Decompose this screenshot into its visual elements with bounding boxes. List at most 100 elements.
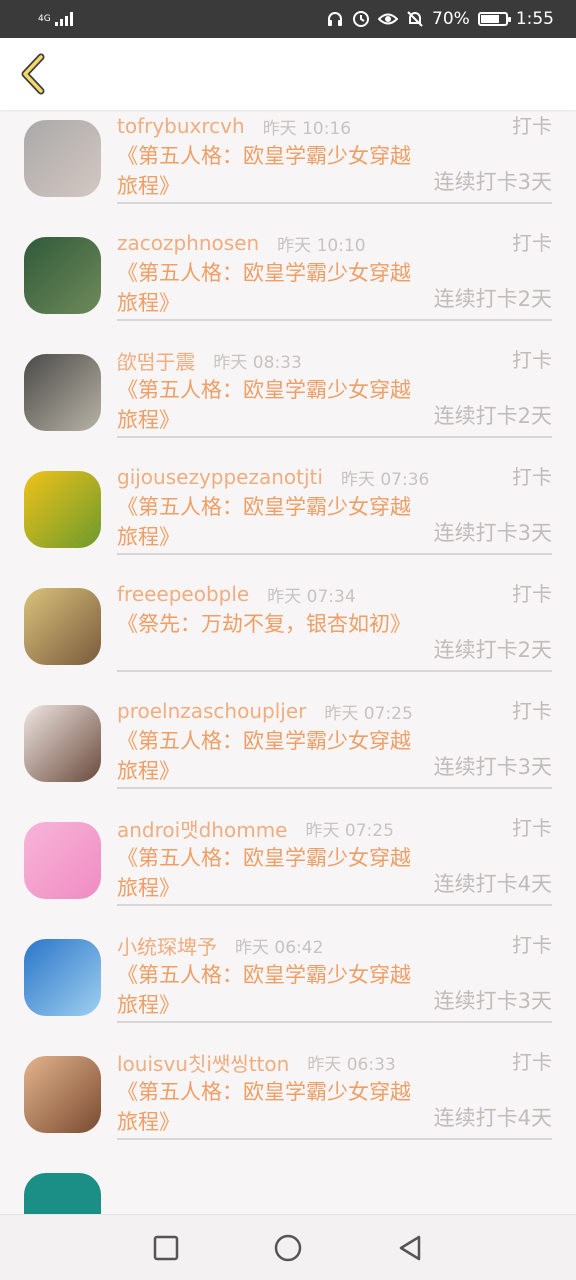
checkin-header: louisvu칫i쌧씽tton 昨天 06:33: [117, 1047, 552, 1077]
checkin-action-label: 打卡: [512, 1050, 552, 1074]
checkin-header: freeepeobple 昨天 07:34: [117, 579, 552, 609]
avatar[interactable]: [24, 354, 101, 431]
book-title[interactable]: 《第五人格：欧皇学霸少女穿越旅程》: [117, 141, 427, 201]
circle-icon: [274, 1234, 302, 1261]
recents-button[interactable]: [151, 1233, 181, 1263]
checkin-item[interactable]: proelnzaschoupljer 昨天 07:25 打卡《第五人格：欧皇学霸少女…: [0, 672, 576, 789]
user-name[interactable]: tofrybuxrcvh: [117, 114, 245, 138]
book-title[interactable]: 《第五人格：欧皇学霸少女穿越旅程》: [117, 375, 427, 435]
alarm-icon: [352, 10, 370, 28]
checkin-list[interactable]: 越旅程》连续打卡3天tofrybuxrcvh昨天 10:16打卡《第五人格：欧皇…: [0, 110, 576, 1214]
streak-count: 连续打卡3天: [433, 170, 552, 194]
avatar[interactable]: [24, 237, 101, 314]
checkin-header: 小统琛埤予 昨天 06:42: [117, 930, 552, 960]
chevron-left-icon: [21, 53, 45, 95]
checkin-item[interactable]: zacozphnosen 昨天 10:10 打卡《第五人格：欧皇学霸少女穿越旅程》连…: [0, 204, 576, 321]
checkin-content: 小统琛埤予 昨天 06:42 打卡 《第五人格：欧皇学霸少女穿越旅程》 连续打卡3天: [117, 930, 552, 1023]
avatar[interactable]: [24, 471, 101, 548]
home-button[interactable]: [273, 1233, 303, 1263]
post-time: 昨天 08:33: [213, 352, 302, 373]
user-name[interactable]: zacozphnosen: [117, 231, 259, 255]
user-name[interactable]: louisvu칫i쌧씽tton: [117, 1048, 289, 1077]
checkin-item[interactable]: 欿떰于震 昨天 08:33 打卡 《第五人格：欧皇学霸少女穿越旅程》 连续打卡2天: [0, 321, 576, 438]
book-title[interactable]: 《祭先：万劫不复，银杏如初》: [117, 609, 427, 639]
status-bar: 4G 70% 1:55: [0, 0, 576, 38]
user-name[interactable]: freeepeobple: [117, 582, 249, 606]
post-time: 昨天 06:42: [235, 937, 324, 958]
streak-count: 连续打卡3天: [433, 989, 552, 1013]
battery-icon: [477, 12, 511, 26]
user-name[interactable]: androi맷dhomme: [117, 814, 287, 843]
triangle-left-icon: [399, 1235, 421, 1260]
clock: 1:55: [515, 9, 554, 29]
streak-count: 连续打卡2天: [433, 638, 552, 662]
checkin-content: proelnzaschoupljer 昨天 07:25 打卡《第五人格：欧皇学霸少女…: [117, 696, 552, 789]
book-title[interactable]: 《第五人格：欧皇学霸少女穿越旅程》: [117, 843, 427, 903]
streak-count: 连续打卡2天: [433, 287, 552, 311]
checkin-content: androi맷dhomme 昨天 07:25 打卡《第五人格：欧皇学霸少女穿越旅程》…: [117, 813, 552, 906]
user-name[interactable]: gijousezyppezanotjti: [117, 465, 323, 489]
bell-off-icon: [406, 10, 424, 28]
checkin-action-label: 打卡: [512, 582, 552, 606]
checkin-content: louisvu칫i쌧씽tton 昨天 06:33 打卡《第五人格：欧皇学霸少女穿越旅…: [117, 1047, 552, 1140]
book-title[interactable]: 《第五人格：欧皇学霸少女穿越旅程》: [117, 258, 427, 318]
checkin-content: tofrybuxrcvh 昨天 10:16 打卡《第五人格：欧皇学霸少女穿越旅程》连…: [117, 111, 552, 204]
checkin-item[interactable]: 小统琛埤予 昨天 06:42 打卡 《第五人格：欧皇学霸少女穿越旅程》 连续打卡3天: [0, 906, 576, 1023]
post-time: 昨天 06:33: [307, 1054, 396, 1075]
checkin-content: [117, 1164, 552, 1214]
user-name[interactable]: 欿떰于震: [117, 346, 195, 375]
checkin-content: freeepeobple 昨天 07:34 打卡《祭先：万劫不复，银杏如初》 连续打卡…: [117, 579, 552, 672]
network-label: 4G: [38, 13, 51, 24]
checkin-item[interactable]: [0, 1140, 576, 1214]
post-time: 昨天 10:16: [262, 118, 352, 139]
avatar[interactable]: [24, 822, 101, 899]
checkin-header: 欿떰于震 昨天 08:33: [117, 345, 552, 375]
avatar[interactable]: [24, 705, 101, 782]
book-title[interactable]: 《第五人格：欧皇学霸少女穿越旅程》: [117, 1077, 427, 1137]
avatar[interactable]: [24, 588, 101, 665]
book-title[interactable]: 《第五人格：欧皇学霸少女穿越旅程》: [117, 492, 427, 552]
checkin-action-label: 打卡: [512, 231, 552, 255]
system-nav-bar: [0, 1214, 576, 1280]
avatar[interactable]: [24, 1056, 101, 1133]
back-button[interactable]: [12, 50, 52, 98]
avatar[interactable]: [24, 1173, 101, 1214]
post-time: 昨天 07:25: [305, 820, 394, 841]
checkin-item[interactable]: louisvu칫i쌧씽tton 昨天 06:33 打卡《第五人格：欧皇学霸少女穿越旅…: [0, 1023, 576, 1140]
checkin-header: proelnzaschoupljer 昨天 07:25: [117, 696, 552, 726]
checkin-item[interactable]: gijousezyppezanotjti 昨天 07:36 打卡 《第五人格：欧皇学霸…: [0, 438, 576, 555]
app-bar: [0, 38, 576, 110]
post-time: 昨天 07:25: [324, 703, 413, 724]
checkin-item[interactable]: androi맷dhomme 昨天 07:25 打卡《第五人格：欧皇学霸少女穿越旅程》…: [0, 789, 576, 906]
streak-count: 连续打卡2天: [433, 404, 552, 428]
signal-icon: [54, 12, 73, 26]
nav-back-button[interactable]: [395, 1233, 425, 1263]
avatar[interactable]: [24, 939, 101, 1016]
checkin-content: 欿떰于震 昨天 08:33 打卡 《第五人格：欧皇学霸少女穿越旅程》 连续打卡2天: [117, 345, 552, 438]
checkin-header: zacozphnosen 昨天 10:10: [117, 228, 552, 258]
battery-percent: 70%: [432, 9, 470, 29]
streak-count: 连续打卡4天: [433, 1106, 552, 1130]
user-name[interactable]: 小统琛埤予: [117, 931, 217, 960]
post-time: 昨天 07:36: [340, 469, 430, 490]
square-icon: [153, 1235, 179, 1260]
checkin-header: tofrybuxrcvh 昨天 10:16: [117, 111, 552, 141]
checkin-header: androi맷dhomme 昨天 07:25: [117, 813, 552, 843]
checkin-action-label: 打卡: [512, 114, 552, 138]
post-time: 昨天 10:10: [277, 235, 366, 256]
streak-count: 连续打卡4天: [433, 872, 552, 896]
checkin-item[interactable]: freeepeobple 昨天 07:34 打卡《祭先：万劫不复，银杏如初》 连续打卡…: [0, 555, 576, 672]
book-title[interactable]: 《第五人格：欧皇学霸少女穿越旅程》: [117, 726, 427, 786]
checkin-action-label: 打卡: [512, 933, 552, 957]
checkin-list-inner: 越旅程》连续打卡3天tofrybuxrcvh昨天 10:16打卡《第五人格：欧皇…: [0, 110, 576, 1214]
book-title[interactable]: 《第五人格：欧皇学霸少女穿越旅程》: [117, 960, 427, 1020]
checkin-action-label: 打卡: [512, 699, 552, 723]
checkin-content: gijousezyppezanotjti 昨天 07:36 打卡 《第五人格：欧皇学霸…: [117, 462, 552, 555]
user-name[interactable]: proelnzaschoupljer: [117, 699, 306, 723]
streak-count: 连续打卡3天: [433, 521, 552, 545]
avatar[interactable]: [24, 120, 101, 197]
eye-icon: [378, 11, 399, 27]
checkin-item[interactable]: tofrybuxrcvh 昨天 10:16 打卡《第五人格：欧皇学霸少女穿越旅程》连…: [0, 110, 576, 204]
checkin-action-label: 打卡: [512, 816, 552, 840]
status-icons: 70% 1:55: [326, 9, 554, 29]
